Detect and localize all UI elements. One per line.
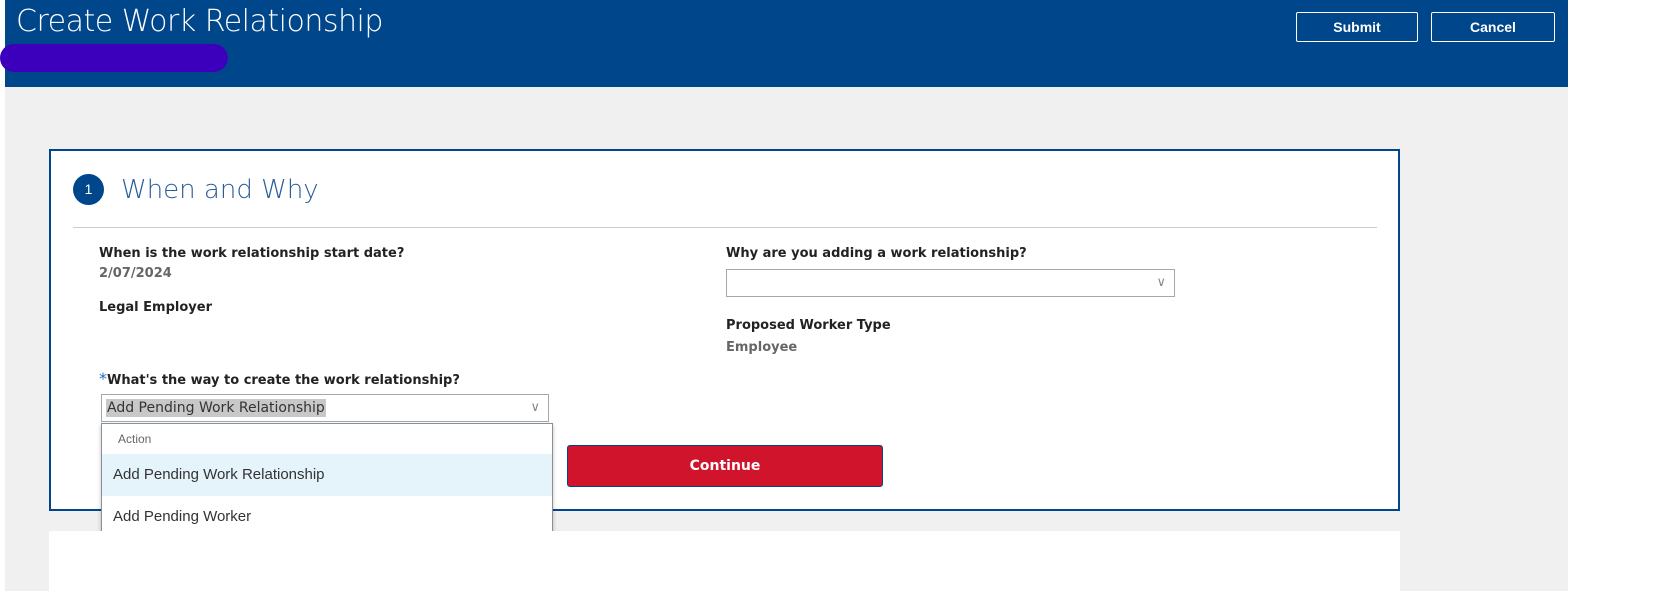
required-marker: *	[99, 369, 107, 388]
worker-type-label: Proposed Worker Type	[726, 318, 891, 333]
dropdown-option[interactable]: Add Pending Work Relationship	[102, 454, 552, 496]
way-value: Add Pending Work Relationship	[106, 399, 326, 417]
chevron-down-icon: ∨	[1156, 274, 1166, 289]
start-date-label: When is the work relationship start date…	[99, 246, 405, 261]
step-number: 1	[73, 174, 104, 205]
when-and-why-section: 1 When and Why When is the work relation…	[49, 149, 1400, 541]
page-header: Create Work Relationship Submit Cancel	[5, 0, 1568, 87]
next-section	[49, 531, 1400, 591]
start-date-value: 2/07/2024	[99, 266, 172, 281]
way-label: *What's the way to create the work relat…	[99, 369, 460, 388]
cancel-button[interactable]: Cancel	[1431, 12, 1555, 42]
divider	[73, 227, 1377, 228]
submit-button[interactable]: Submit	[1296, 12, 1418, 42]
worker-type-value: Employee	[726, 340, 798, 355]
continue-button[interactable]: Continue	[567, 445, 883, 487]
legal-employer-label: Legal Employer	[99, 300, 212, 315]
reason-select[interactable]: ∨	[726, 269, 1175, 297]
page-title: Create Work Relationship	[16, 4, 383, 39]
section-title: When and Why	[121, 175, 319, 205]
reason-label: Why are you adding a work relationship?	[726, 246, 1027, 261]
chevron-down-icon: ∨	[530, 399, 540, 414]
redaction-scribble	[0, 44, 228, 72]
way-dropdown-list: Action Add Pending Work Relationship Add…	[101, 423, 553, 541]
way-label-text: What's the way to create the work relati…	[107, 373, 460, 388]
dropdown-header: Action	[118, 432, 152, 446]
way-select[interactable]: Add Pending Work Relationship ∨	[101, 394, 549, 422]
